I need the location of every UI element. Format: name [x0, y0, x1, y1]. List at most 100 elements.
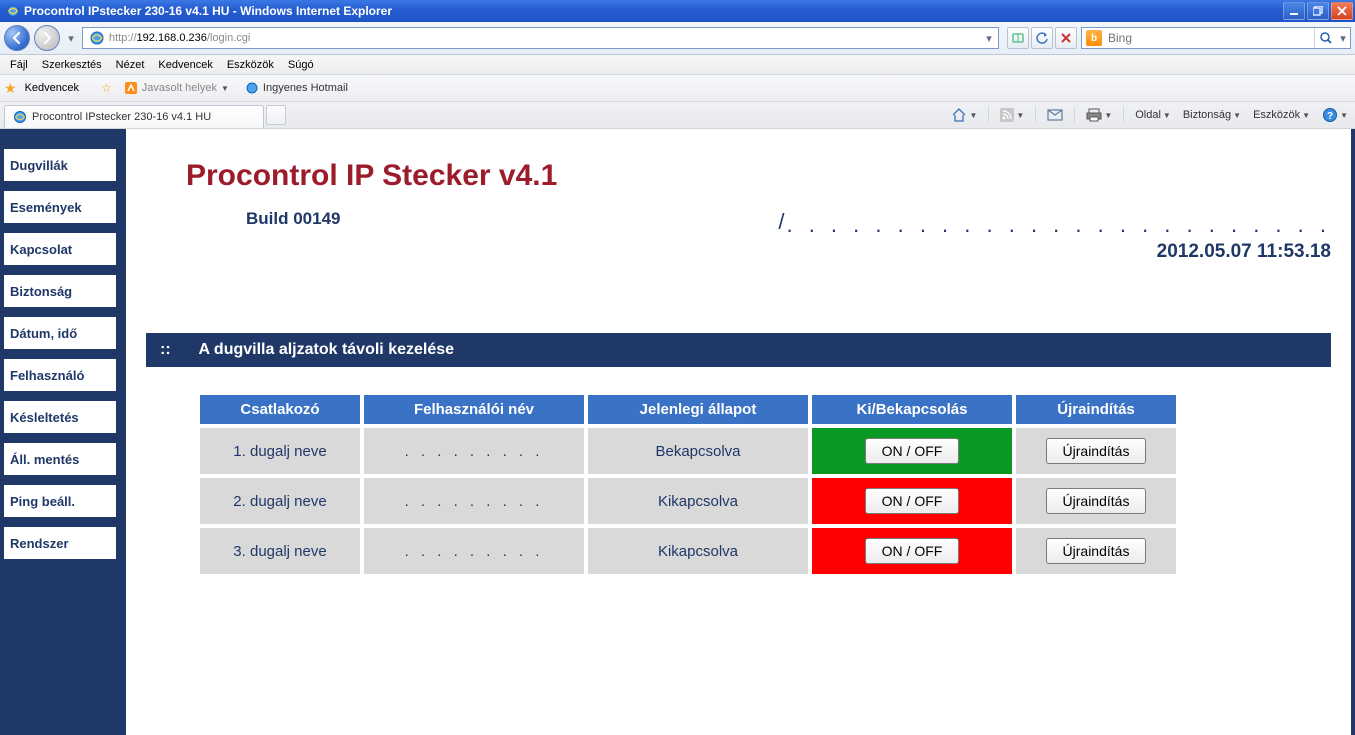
hotmail-link[interactable]: Ingyenes Hotmail [241, 79, 352, 97]
read-mail-button[interactable] [1044, 107, 1066, 123]
favorites-star-icon[interactable]: ★ [4, 80, 17, 97]
search-input[interactable] [1106, 30, 1314, 46]
sidebar-item-plugs[interactable]: Dugvillák [4, 149, 116, 181]
sidebar-item-save[interactable]: Áll. mentés [4, 443, 116, 475]
menu-favorites[interactable]: Kedvencek [152, 57, 218, 73]
window-restore-button[interactable] [1307, 2, 1329, 20]
window-close-button[interactable] [1331, 2, 1353, 20]
search-button[interactable] [1314, 28, 1336, 48]
app-title: Procontrol IP Stecker v4.1 [186, 159, 1331, 193]
outlet-name: 2. dugalj neve [200, 478, 360, 524]
favorites-label[interactable]: Kedvencek [25, 82, 79, 94]
sidebar-item-connection[interactable]: Kapcsolat [4, 233, 116, 265]
outlet-restart-cell: Újraindítás [1016, 478, 1176, 524]
address-bar[interactable]: http:// 192.168.0.236 /login.cgi ▾ [82, 27, 999, 49]
table-row: 2. dugalj neve. . . . . . . . .Kikapcsol… [200, 478, 1176, 524]
outlet-username: . . . . . . . . . [364, 478, 584, 524]
search-box[interactable]: b ▾ [1081, 27, 1351, 49]
chevron-down-icon: ▼ [221, 84, 229, 93]
outlet-name: 3. dugalj neve [200, 528, 360, 574]
page-menu[interactable]: Oldal▼ [1132, 107, 1174, 123]
svg-text:?: ? [1327, 111, 1333, 122]
build-label: Build 00149 [246, 209, 341, 229]
window-minimize-button[interactable] [1283, 2, 1305, 20]
forward-button[interactable] [34, 25, 60, 51]
window-title: Procontrol IPstecker 230-16 v4.1 HU - Wi… [24, 4, 1283, 18]
sidebar-item-user[interactable]: Felhasználó [4, 359, 116, 391]
add-fav-icon[interactable]: ☆ [101, 81, 112, 95]
tab-strip: Procontrol IPstecker 230-16 v4.1 HU ▼ ▼ … [0, 102, 1355, 129]
url-path: /login.cgi [207, 32, 250, 44]
tab-title: Procontrol IPstecker 230-16 v4.1 HU [32, 111, 211, 123]
ie-logo-icon [6, 4, 20, 18]
outlet-username: . . . . . . . . . [364, 528, 584, 574]
menu-tools[interactable]: Eszközök [221, 57, 280, 73]
restart-button[interactable]: Újraindítás [1046, 488, 1147, 514]
col-restart: Újraindítás [1016, 395, 1176, 424]
outlet-toggle-cell: ON / OFF [812, 528, 1012, 574]
menu-file[interactable]: Fájl [4, 57, 34, 73]
app-sidebar: Dugvillák Események Kapcsolat Biztonság … [0, 149, 116, 559]
onoff-button[interactable]: ON / OFF [865, 488, 960, 514]
menu-bar: Fájl Szerkesztés Nézet Kedvencek Eszközö… [0, 55, 1355, 75]
outlet-restart-cell: Újraindítás [1016, 528, 1176, 574]
menu-edit[interactable]: Szerkesztés [36, 57, 108, 73]
sidebar-item-system[interactable]: Rendszer [4, 527, 116, 559]
sidebar-item-security[interactable]: Biztonság [4, 275, 116, 307]
page-viewport: Dugvillák Események Kapcsolat Biztonság … [0, 129, 1355, 735]
suggested-sites-icon [124, 81, 138, 95]
onoff-button[interactable]: ON / OFF [865, 438, 960, 464]
sidebar-item-datetime[interactable]: Dátum, idő [4, 317, 116, 349]
url-host: 192.168.0.236 [137, 32, 207, 44]
outlet-name: 1. dugalj neve [200, 428, 360, 474]
col-toggle: Ki/Bekapcsolás [812, 395, 1012, 424]
datetime-text: 2012.05.07 11:53.18 [778, 241, 1331, 263]
app-content: Procontrol IP Stecker v4.1 Build 00149 /… [126, 129, 1351, 735]
home-button[interactable]: ▼ [948, 105, 980, 125]
print-button[interactable]: ▼ [1083, 106, 1115, 124]
col-connector: Csatlakozó [200, 395, 360, 424]
address-dropdown[interactable]: ▾ [982, 28, 996, 48]
bing-icon: b [1086, 30, 1102, 46]
col-status: Jelenlegi állapot [588, 395, 808, 424]
browser-navbar: ▾ http:// 192.168.0.236 /login.cgi ▾ b ▾ [0, 22, 1355, 55]
browser-tab[interactable]: Procontrol IPstecker 230-16 v4.1 HU [4, 105, 264, 128]
menu-view[interactable]: Nézet [110, 57, 151, 73]
outlet-toggle-cell: ON / OFF [812, 428, 1012, 474]
table-row: 3. dugalj neve. . . . . . . . .Kikapcsol… [200, 528, 1176, 574]
restart-button[interactable]: Újraindítás [1046, 538, 1147, 564]
search-dropdown[interactable]: ▾ [1336, 28, 1350, 48]
outlet-status: Kikapcsolva [588, 528, 808, 574]
window-titlebar: Procontrol IPstecker 230-16 v4.1 HU - Wi… [0, 0, 1355, 22]
url-prefix: http:// [109, 32, 137, 44]
outlet-toggle-cell: ON / OFF [812, 478, 1012, 524]
command-bar: ▼ ▼ ▼ Oldal▼ Biztonság▼ Eszközök▼ ? ▼ [948, 102, 1351, 128]
help-button[interactable]: ? ▼ [1319, 105, 1351, 125]
outlet-table: Csatlakozó Felhasználói név Jelenlegi ál… [196, 391, 1180, 578]
history-dropdown[interactable]: ▾ [64, 28, 78, 48]
sidebar-item-events[interactable]: Események [4, 191, 116, 223]
ie-page-icon [245, 81, 259, 95]
onoff-button[interactable]: ON / OFF [865, 538, 960, 564]
section-header: :: A dugvilla aljzatok távoli kezelése [146, 333, 1331, 367]
feeds-button[interactable]: ▼ [997, 106, 1027, 124]
back-button[interactable] [4, 25, 30, 51]
compat-view-button[interactable] [1007, 27, 1029, 49]
tools-menu[interactable]: Eszközök▼ [1250, 107, 1313, 123]
page-icon [89, 30, 105, 46]
sidebar-item-ping[interactable]: Ping beáll. [4, 485, 116, 517]
table-row: 1. dugalj neve. . . . . . . . .Bekapcsol… [200, 428, 1176, 474]
stop-button[interactable] [1055, 27, 1077, 49]
suggested-sites-link[interactable]: Javasolt helyek ▼ [120, 79, 233, 97]
outlet-status: Kikapcsolva [588, 478, 808, 524]
outlet-restart-cell: Újraindítás [1016, 428, 1176, 474]
menu-help[interactable]: Súgó [282, 57, 320, 73]
outlet-status: Bekapcsolva [588, 428, 808, 474]
security-menu[interactable]: Biztonság▼ [1180, 107, 1244, 123]
outlet-username: . . . . . . . . . [364, 428, 584, 474]
refresh-button[interactable] [1031, 27, 1053, 49]
new-tab-button[interactable] [266, 105, 286, 125]
tab-favicon-icon [13, 110, 27, 124]
restart-button[interactable]: Újraindítás [1046, 438, 1147, 464]
sidebar-item-delay[interactable]: Késleltetés [4, 401, 116, 433]
